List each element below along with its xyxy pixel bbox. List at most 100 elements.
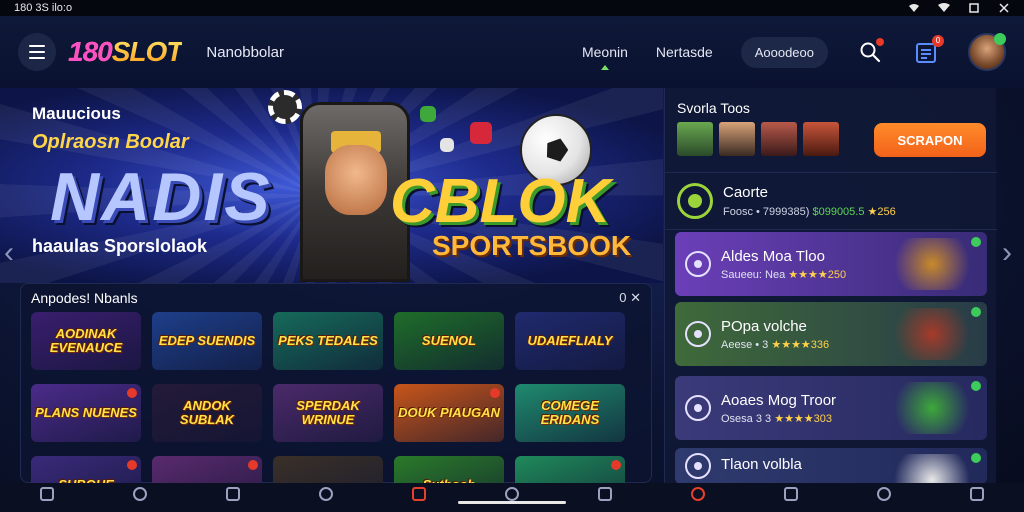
app-root: 180 3S ilo:o 180SLOT Nanobbolar Meonin N…	[0, 0, 1024, 512]
target-icon	[677, 183, 713, 219]
nav-item-secondary[interactable]: Nertasde	[656, 44, 713, 60]
top-nav: Meonin Nertasde Aooodeoo 0	[582, 33, 1006, 71]
shirt-icon	[318, 486, 333, 501]
game-tile[interactable]: PEKS TEDALES	[273, 312, 383, 370]
event-meta: Saueeu: Nea ★★★★250	[721, 268, 847, 281]
cta-button[interactable]: SCRAPON	[874, 123, 986, 157]
bottom-nav-item[interactable]	[279, 483, 372, 512]
hero-headline-left: NADIS	[50, 159, 272, 235]
bottom-nav-item[interactable]	[559, 483, 652, 512]
event-icon	[685, 321, 711, 347]
games-header: Anpodes! Nbanls 0 ✕	[21, 284, 651, 312]
soccer-icon	[411, 486, 426, 501]
cart-badge: 0	[932, 35, 944, 47]
game-tile[interactable]: DOUK PIAUGAN	[394, 384, 504, 442]
home-indicator[interactable]	[458, 501, 566, 504]
right-panel-title: Svorla Toos	[677, 100, 750, 116]
menu-button[interactable]	[18, 33, 56, 71]
player-thumbnail[interactable]	[719, 122, 755, 156]
document-icon	[225, 486, 240, 501]
hero-headline-right: CBLOK	[390, 167, 611, 236]
game-tile[interactable]: ANDOK SUBLAK	[152, 384, 262, 442]
bottom-nav-item[interactable]	[652, 483, 745, 512]
hamburger-icon	[29, 45, 45, 47]
event-title: Aldes Moa Tloo	[721, 247, 825, 265]
games-close[interactable]: 0 ✕	[619, 290, 641, 306]
bottom-nav-item[interactable]	[931, 483, 1024, 512]
event-card[interactable]: Aoaes Mog Troor Osesa 3 3 ★★★★303	[675, 376, 987, 440]
game-tile-label: PEKS TEDALES	[278, 333, 378, 349]
event-meta: Osesa 3 3 ★★★★303	[721, 412, 833, 425]
score-title: Caorte	[723, 184, 769, 201]
event-card[interactable]: POpa volche Aeese • 3 ★★★★336	[675, 302, 987, 366]
status-dot-icon	[971, 381, 981, 391]
status-icons	[908, 3, 1010, 13]
nav-pill-button[interactable]: Aooodeoo	[740, 36, 828, 68]
bottom-nav-item[interactable]	[465, 483, 558, 512]
game-tile-label: PLANS NUENES	[35, 405, 137, 421]
game-tile-label: AODINAK EVENAUCE	[49, 326, 123, 355]
blank-icon	[505, 486, 520, 501]
event-art	[889, 308, 975, 360]
game-tile[interactable]: SUENOL	[394, 312, 504, 370]
close-icon[interactable]	[998, 3, 1010, 13]
event-art	[889, 238, 975, 290]
event-card[interactable]: Tlaon volbla	[675, 448, 987, 484]
event-meta: Aeese • 3 ★★★★336	[721, 338, 830, 351]
edit-icon	[877, 486, 892, 501]
status-bar: 180 3S ilo:o	[0, 0, 1024, 16]
bottom-nav-item[interactable]	[0, 483, 93, 512]
game-tile-label: DOUK PIAUGAN	[398, 405, 500, 421]
cart-button[interactable]: 0	[912, 35, 944, 66]
event-card[interactable]: Aldes Moa Tloo Saueeu: Nea ★★★★250	[675, 232, 987, 296]
game-tile-label: SPERDAK WRINUE	[296, 398, 360, 427]
poker-chip-icon	[268, 90, 302, 124]
signal-icon	[938, 3, 950, 12]
game-tile-label: UDAIEFLIALY	[527, 333, 613, 349]
bottom-nav-item[interactable]	[186, 483, 279, 512]
bottom-nav-item[interactable]	[372, 483, 465, 512]
status-dot-icon	[971, 307, 981, 317]
hot-badge-icon	[611, 460, 621, 470]
game-tile[interactable]: COMEGE ERIDANS	[515, 384, 625, 442]
player-thumbnails	[677, 122, 839, 156]
mascot-face	[325, 145, 387, 215]
hero-subtitle: Mauucious	[32, 104, 121, 123]
game-tile-label: COMEGE ERIDANS	[540, 398, 600, 427]
hot-badge-icon	[490, 388, 500, 398]
user-avatar[interactable]	[968, 33, 1006, 71]
carousel-next-icon[interactable]: ›	[1002, 236, 1012, 270]
status-text: 180 3S ilo:o	[14, 2, 73, 14]
bottom-nav-item[interactable]	[745, 483, 838, 512]
logo[interactable]: 180SLOT	[68, 36, 182, 68]
game-tile[interactable]: EDEP SUENDIS	[152, 312, 262, 370]
chat-icon	[970, 486, 985, 501]
player-thumbnail[interactable]	[677, 122, 713, 156]
game-tile[interactable]: UDAIEFLIALY	[515, 312, 625, 370]
fire-icon	[691, 486, 706, 501]
player-thumbnail[interactable]	[803, 122, 839, 156]
header-title: Nanobbolar	[206, 43, 284, 61]
hero-banner[interactable]: Mauucious Oplraosn Boolar NADIS CBLOK ha…	[0, 88, 663, 283]
score-card[interactable]: Caorte Foosc • 7999385) $099005.5 ★256	[665, 172, 997, 230]
bottom-nav-item[interactable]	[93, 483, 186, 512]
game-tile[interactable]: PLANS NUENES	[31, 384, 141, 442]
window-icon[interactable]	[968, 3, 980, 13]
game-tile[interactable]: SPERDAK WRINUE	[273, 384, 383, 442]
bottom-nav-item[interactable]	[838, 483, 931, 512]
right-panel: Svorla Toos SCRAPON Caorte Foosc • 79993…	[664, 88, 997, 484]
hot-badge-icon	[248, 460, 258, 470]
player-thumbnail[interactable]	[761, 122, 797, 156]
event-icon	[685, 395, 711, 421]
games-panel: Anpodes! Nbanls 0 ✕ AODINAK EVENAUCE EDEP…	[20, 283, 652, 512]
hot-badge-icon	[127, 460, 137, 470]
status-dot-icon	[971, 453, 981, 463]
carousel-prev-icon[interactable]: ‹	[4, 236, 14, 270]
game-tile[interactable]: AODINAK EVENAUCE	[31, 312, 141, 370]
home-icon	[39, 486, 54, 501]
nav-item-home[interactable]: Meonin	[582, 44, 628, 60]
event-icon	[685, 453, 711, 479]
game-tile-label: ANDOK SUBLAK	[179, 398, 235, 427]
search-button[interactable]	[856, 38, 884, 66]
event-icon	[685, 251, 711, 277]
